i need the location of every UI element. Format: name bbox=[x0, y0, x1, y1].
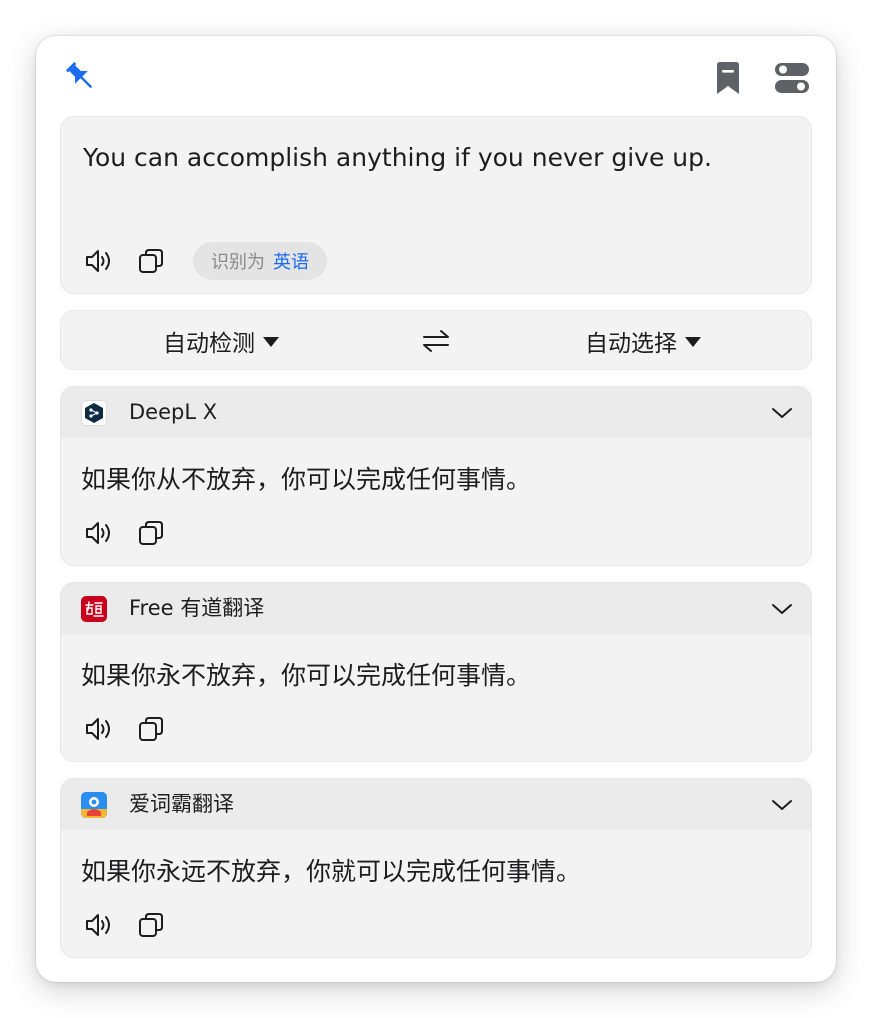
speak-source-button[interactable] bbox=[79, 241, 119, 281]
pin-button[interactable] bbox=[62, 58, 98, 94]
speaker-icon bbox=[86, 522, 110, 544]
translation-text[interactable]: 如果你从不放弃，你可以完成任何事情。 bbox=[81, 463, 531, 497]
result-actions bbox=[79, 513, 171, 553]
speak-result-button[interactable] bbox=[79, 709, 119, 749]
result-card-youdao: Free 有道翻译 如果你永不放弃，你可以完成任何事情。 bbox=[60, 582, 812, 762]
translation-text[interactable]: 如果你永不放弃，你可以完成任何事情。 bbox=[81, 659, 531, 693]
speaker-icon bbox=[86, 718, 110, 740]
bookmark-icon bbox=[717, 62, 739, 94]
copy-result-button[interactable] bbox=[131, 513, 171, 553]
service-name: DeepL X bbox=[129, 400, 218, 424]
caret-down-icon bbox=[263, 337, 279, 347]
result-actions bbox=[79, 905, 171, 945]
deepl-logo-icon bbox=[81, 400, 107, 426]
title-bar bbox=[36, 36, 836, 116]
source-actions: 识别为 英语 bbox=[79, 241, 327, 281]
source-language-select[interactable]: 自动检测 bbox=[163, 311, 279, 371]
caret-down-icon bbox=[685, 337, 701, 347]
target-language-select[interactable]: 自动选择 bbox=[585, 311, 701, 371]
detected-language-badge: 识别为 英语 bbox=[193, 242, 327, 280]
result-card-header[interactable]: DeepL X bbox=[61, 387, 811, 438]
result-card-header[interactable]: Free 有道翻译 bbox=[61, 583, 811, 634]
speaker-icon bbox=[86, 914, 110, 936]
detected-language[interactable]: 英语 bbox=[273, 248, 309, 274]
speak-result-button[interactable] bbox=[79, 513, 119, 553]
copy-icon bbox=[139, 913, 163, 937]
copy-icon bbox=[139, 717, 163, 741]
pin-icon bbox=[66, 62, 92, 88]
source-text-box[interactable]: You can accomplish anything if you never… bbox=[60, 116, 812, 294]
result-actions bbox=[79, 709, 171, 749]
source-language-label: 自动检测 bbox=[163, 331, 255, 357]
service-name: 爱词霸翻译 bbox=[129, 792, 234, 816]
target-language-label: 自动选择 bbox=[585, 331, 677, 357]
chevron-down-icon[interactable] bbox=[769, 400, 795, 426]
language-bar: 自动检测 自动选择 bbox=[60, 310, 812, 370]
settings-toggle-button[interactable] bbox=[772, 59, 812, 97]
chevron-down-icon[interactable] bbox=[769, 596, 795, 622]
detected-prefix: 识别为 bbox=[211, 252, 265, 273]
service-name: Free 有道翻译 bbox=[129, 596, 265, 620]
speak-result-button[interactable] bbox=[79, 905, 119, 945]
result-card-iciba: 爱词霸翻译 如果你永远不放弃，你就可以完成任何事情。 bbox=[60, 778, 812, 958]
copy-source-button[interactable] bbox=[131, 241, 171, 281]
copy-result-button[interactable] bbox=[131, 709, 171, 749]
chevron-down-icon[interactable] bbox=[769, 792, 795, 818]
copy-icon bbox=[139, 249, 163, 273]
result-card-header[interactable]: 爱词霸翻译 bbox=[61, 779, 811, 830]
result-card-deepl: DeepL X 如果你从不放弃，你可以完成任何事情。 bbox=[60, 386, 812, 566]
toggle-settings-icon bbox=[775, 63, 809, 93]
speaker-icon bbox=[86, 250, 110, 272]
translator-window: You can accomplish anything if you never… bbox=[36, 36, 836, 982]
swap-icon bbox=[423, 330, 449, 352]
bookmark-button[interactable] bbox=[710, 60, 746, 96]
copy-icon bbox=[139, 521, 163, 545]
source-text[interactable]: You can accomplish anything if you never… bbox=[83, 141, 791, 175]
copy-result-button[interactable] bbox=[131, 905, 171, 945]
swap-languages-button[interactable] bbox=[419, 325, 453, 357]
youdao-logo-icon bbox=[81, 596, 107, 622]
iciba-logo-icon bbox=[81, 792, 107, 818]
translation-text[interactable]: 如果你永远不放弃，你就可以完成任何事情。 bbox=[81, 855, 581, 889]
